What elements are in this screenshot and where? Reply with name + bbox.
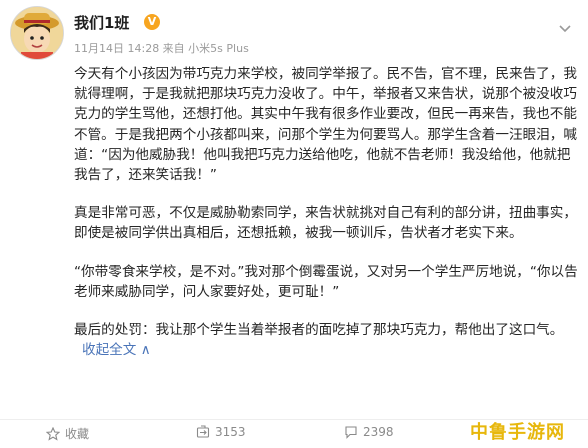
repost-count: 3153 — [215, 425, 246, 439]
chevron-up-icon: ∧ — [140, 342, 151, 359]
star-icon — [46, 426, 60, 441]
username[interactable]: 我们1班 — [74, 12, 129, 33]
repost-icon — [196, 425, 210, 438]
post-paragraph: 真是非常可恶，不仅是威胁勒索同学，来告状就挑对自己有利的部分讲，扭曲事实，即使是… — [74, 205, 577, 242]
post-paragraph-text: 最后的处罚：我让那个学生当着举报者的面吃掉了那块巧克力，帮他出了这口气。 — [74, 322, 564, 339]
avatar-illustration — [11, 7, 63, 59]
comment-icon — [345, 426, 357, 439]
post-body: 今天有个小孩因为带巧克力来学校，被同学举报了。民不告，官不理，民来告了，我就得理… — [74, 64, 578, 378]
post-paragraph: 今天有个小孩因为带巧克力来学校，被同学举报了。民不告，官不理，民来告了，我就得理… — [74, 66, 577, 184]
comment-button[interactable]: 2398 — [344, 425, 394, 439]
site-watermark: 中鲁手游网 — [470, 422, 565, 443]
post-paragraph-last: 最后的处罚：我让那个学生当着举报者的面吃掉了那块巧克力，帮他出了这口气。收起全文… — [74, 320, 578, 360]
post-paragraph: “你带零食来学校，是不对。”我对那个倒霉蛋说，又对另一个学生严厉地说，“你以告老… — [74, 263, 578, 300]
chevron-down-icon[interactable] — [557, 20, 573, 36]
post-meta: 11月14日 14:28 来自 小米5s Plus — [74, 42, 249, 55]
collect-label: 收藏 — [65, 427, 90, 441]
post-header: 我们1班 V 11月14日 14:28 来自 小米5s Plus — [0, 0, 588, 62]
user-avatar[interactable] — [10, 6, 64, 60]
collapse-label: 收起全文 — [82, 342, 137, 359]
repost-button[interactable]: 3153 — [196, 425, 246, 439]
verified-badge-icon: V — [144, 14, 160, 30]
collapse-link[interactable]: 收起全文 ∧ — [82, 342, 151, 358]
collect-button[interactable]: 收藏 — [46, 425, 89, 442]
comment-count: 2398 — [363, 425, 394, 439]
